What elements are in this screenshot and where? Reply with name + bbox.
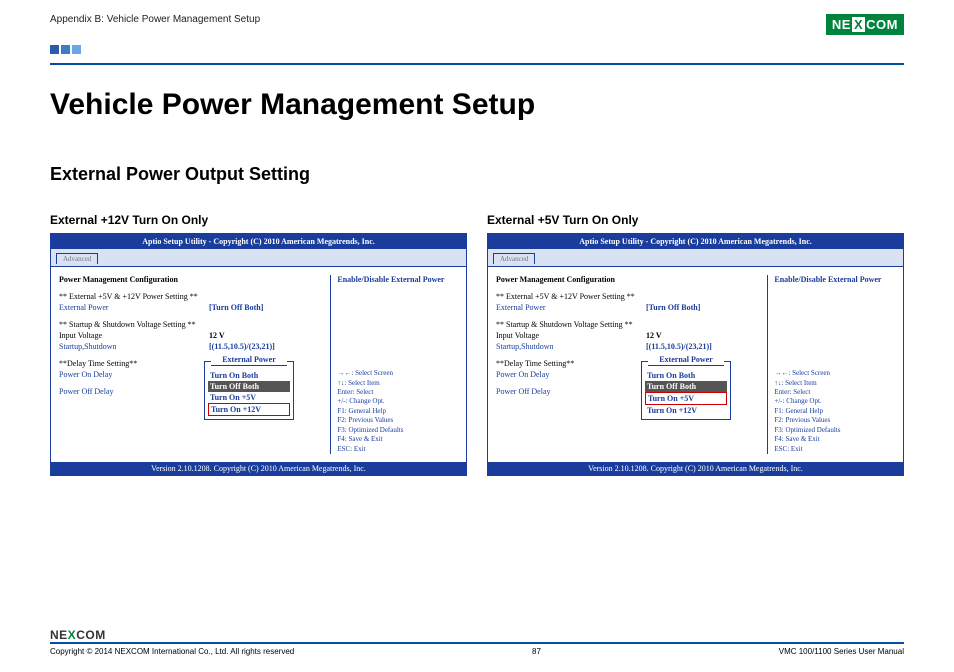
bios-tab-row: Advanced: [51, 249, 466, 267]
popup-item[interactable]: Turn On Both: [645, 370, 727, 381]
page-footer: NEXCOM Copyright © 2014 NEXCOM Internati…: [0, 628, 954, 672]
bios-help-title: Enable/Disable External Power: [774, 275, 895, 284]
bios-panel-a: Aptio Setup Utility - Copyright (C) 2010…: [50, 233, 467, 476]
cfg-section-head: Power Management Configuration: [496, 275, 761, 284]
footer-manual: VMC 100/1100 Series User Manual: [779, 647, 904, 656]
popup-item[interactable]: Turn Off Both: [645, 381, 727, 392]
bios-tab-row: Advanced: [488, 249, 903, 267]
page-title: Vehicle Power Management Setup: [50, 88, 904, 122]
popup-item[interactable]: Turn On Both: [208, 370, 290, 381]
header-rule: [50, 63, 904, 65]
logo-part-x: X: [852, 17, 865, 32]
external-power-popup: External PowerTurn On BothTurn Off BothT…: [204, 361, 294, 420]
popup-title: External Power: [648, 354, 724, 366]
brand-logo: NEXCOM: [826, 14, 904, 35]
popup-item[interactable]: Turn On +12V: [208, 403, 290, 416]
row-external-power[interactable]: External Power[Turn Off Both]: [496, 303, 761, 312]
footer-logo: NEXCOM: [50, 628, 904, 642]
tab-advanced[interactable]: Advanced: [56, 253, 98, 264]
panel-b-label: External +5V Turn On Only: [487, 213, 904, 227]
bios-titlebar: Aptio Setup Utility - Copyright (C) 2010…: [51, 234, 466, 249]
popup-item[interactable]: Turn On +5V: [645, 392, 727, 405]
row-input-voltage: Input Voltage12 V: [59, 331, 324, 340]
row-input-voltage: Input Voltage12 V: [496, 331, 761, 340]
bios-version: Version 2.10.1208. Copyright (C) 2010 Am…: [51, 462, 466, 475]
bios-version: Version 2.10.1208. Copyright (C) 2010 Am…: [488, 462, 903, 475]
row-startup-shutdown[interactable]: Startup,Shutdown[(11.5,10.5)/(23,21)]: [59, 342, 324, 351]
bios-panel-b: Aptio Setup Utility - Copyright (C) 2010…: [487, 233, 904, 476]
footer-page-no: 87: [532, 647, 541, 656]
popup-item[interactable]: Turn On +5V: [208, 392, 290, 403]
panel-b-col: External +5V Turn On Only Aptio Setup Ut…: [487, 213, 904, 476]
section-title: External Power Output Setting: [50, 164, 904, 185]
panel-a-col: External +12V Turn On Only Aptio Setup U…: [50, 213, 467, 476]
popup-item[interactable]: Turn Off Both: [208, 381, 290, 392]
tab-advanced[interactable]: Advanced: [493, 253, 535, 264]
popup-title: External Power: [211, 354, 287, 366]
bios-help-keys: →←: Select Screen↑↓: Select ItemEnter: S…: [337, 369, 458, 454]
footer-copyright: Copyright © 2014 NEXCOM International Co…: [50, 647, 294, 656]
external-power-popup: External PowerTurn On BothTurn Off BothT…: [641, 361, 731, 420]
row-startup-shutdown[interactable]: Startup,Shutdown[(11.5,10.5)/(23,21)]: [496, 342, 761, 351]
breadcrumb: Appendix B: Vehicle Power Management Set…: [50, 14, 260, 25]
bios-help-title: Enable/Disable External Power: [337, 275, 458, 284]
bios-help-keys: →←: Select Screen↑↓: Select ItemEnter: S…: [774, 369, 895, 454]
row-external-power[interactable]: External Power[Turn Off Both]: [59, 303, 324, 312]
cfg-section-head: Power Management Configuration: [59, 275, 324, 284]
decorative-squares: [50, 41, 904, 59]
page-header: Appendix B: Vehicle Power Management Set…: [0, 0, 954, 65]
popup-item[interactable]: Turn On +12V: [645, 405, 727, 416]
panel-a-label: External +12V Turn On Only: [50, 213, 467, 227]
logo-part-pre: NE: [832, 17, 851, 32]
logo-part-post: COM: [866, 17, 898, 32]
bios-titlebar: Aptio Setup Utility - Copyright (C) 2010…: [488, 234, 903, 249]
